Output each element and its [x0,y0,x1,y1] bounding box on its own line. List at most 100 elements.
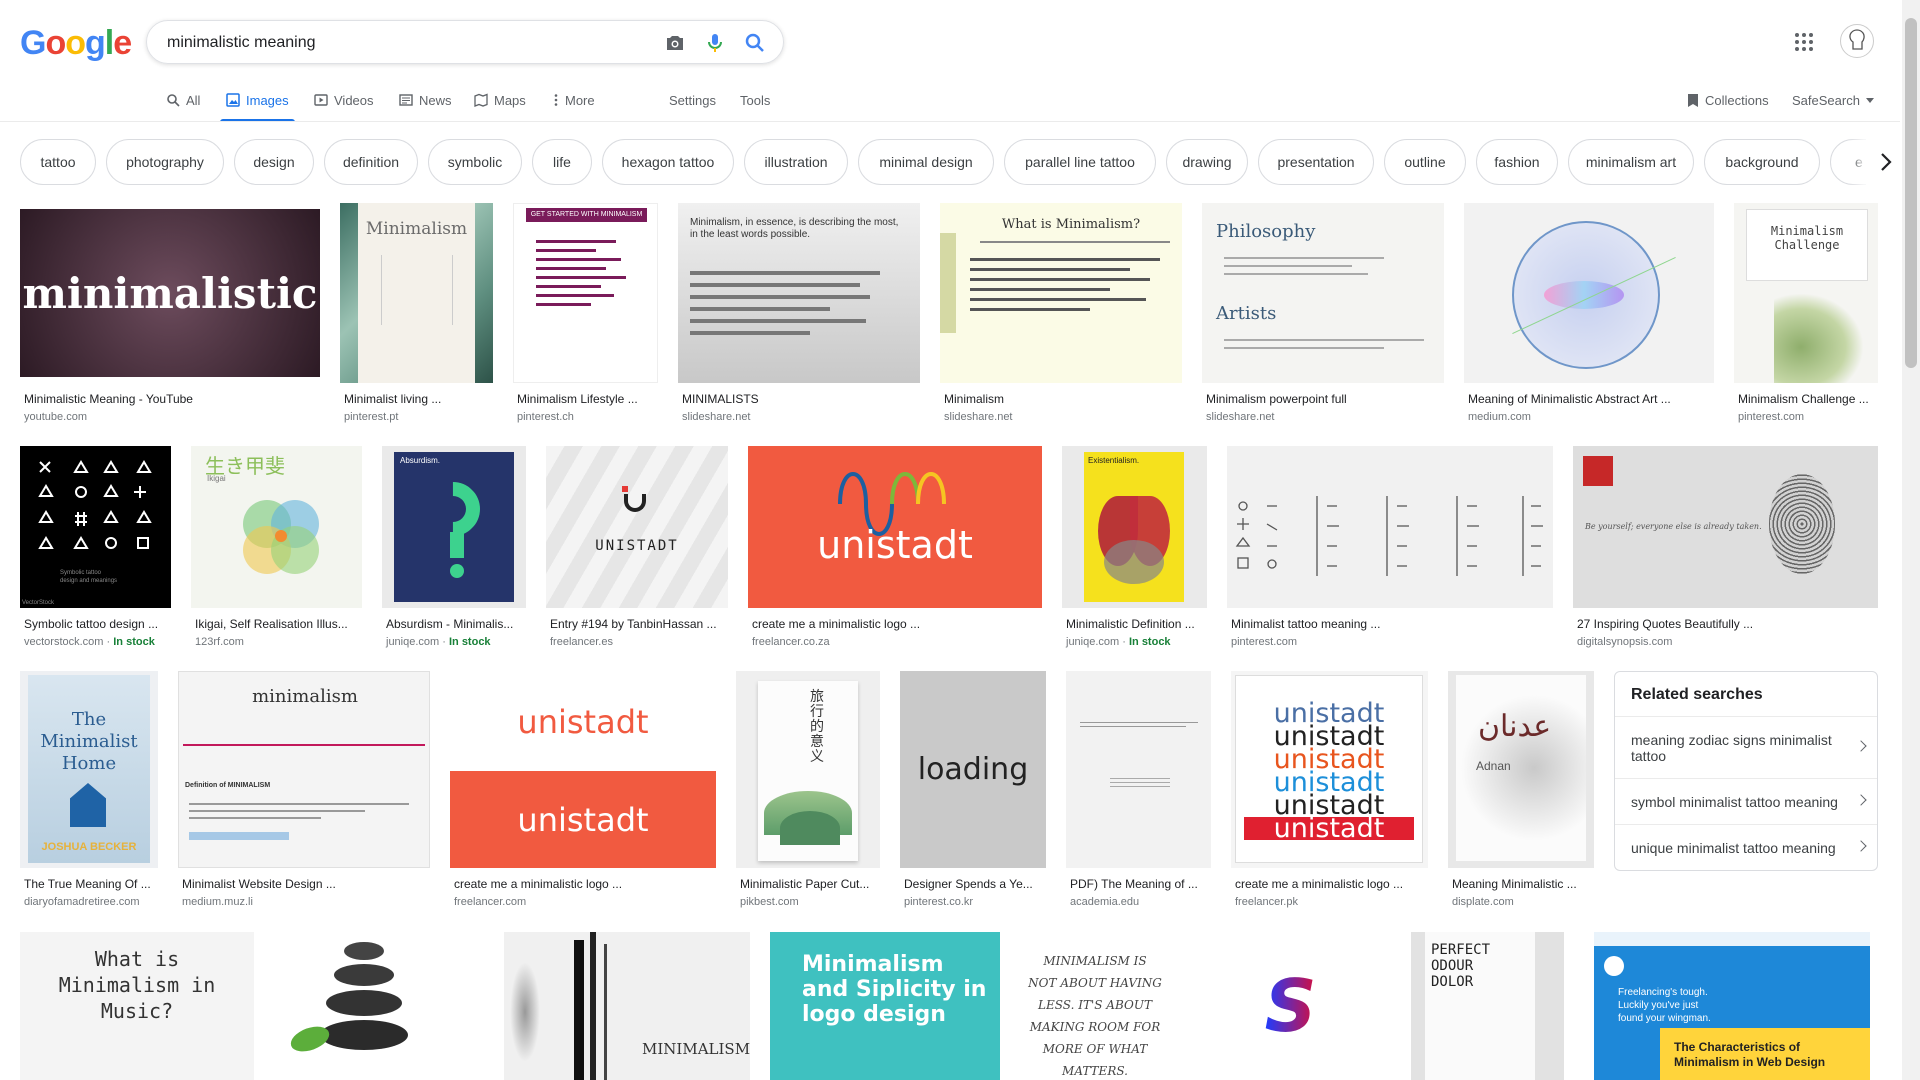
chip[interactable]: design [234,139,314,185]
chip[interactable]: life [532,139,592,185]
image-result[interactable]: MINIMALISM [504,932,750,1080]
result-source: freelancer.es [550,636,613,648]
chevron-right-icon [1855,839,1867,852]
image-result[interactable]: S [1190,932,1391,1080]
tab-maps[interactable]: Maps [474,80,526,120]
result-source: medium.com [1468,411,1531,423]
avatar[interactable] [1840,24,1874,58]
image-result[interactable]: unistadt unistadt create me a minimalist… [450,671,716,915]
chips-next-button[interactable] [1866,132,1906,192]
apps-grid-icon[interactable] [1794,32,1814,52]
image-result[interactable]: Absurdism. Absurdism - Minimalis... juni… [382,446,526,656]
scrollbar-thumb[interactable] [1905,18,1917,368]
search-icon[interactable] [743,31,767,55]
chip[interactable]: fashion [1476,139,1558,185]
thumbnail-text: The Minimalist Home [40,709,138,774]
tab-videos[interactable]: Videos [314,80,374,120]
result-thumbnail: Be yourself; everyone else is already ta… [1573,446,1878,608]
image-result[interactable]: GET STARTED WITH MINIMALISM Minimalism L… [513,203,658,429]
image-result[interactable]: Minimalist tattoo meaning ... pinterest.… [1227,446,1553,656]
tab-news[interactable]: News [399,80,452,120]
tools-link[interactable]: Tools [740,80,770,120]
image-result[interactable]: PDF) The Meaning of ... academia.edu [1066,671,1211,915]
safesearch-dropdown[interactable]: SafeSearch [1792,80,1874,120]
collections-link[interactable]: Collections [1687,80,1769,120]
image-result[interactable]: Minimalism, in essence, is describing th… [678,203,920,429]
image-result[interactable]: Minimalism and Siplicity in logo design [770,932,1000,1080]
tab-all[interactable]: All [166,80,200,120]
chip[interactable]: tattoo [20,139,96,185]
image-result[interactable]: unistadt create me a minimalistic logo .… [748,446,1042,656]
result-thumbnail: What is Minimalism? [940,203,1182,383]
image-result[interactable]: unistadt unistadt unistadt unistadt unis… [1231,671,1428,915]
image-result[interactable]: MINIMALISM IS NOT ABOUT HAVING LESS. IT'… [1020,932,1170,1080]
image-result[interactable]: Be yourself; everyone else is already ta… [1573,446,1878,656]
result-source: diaryofamadretiree.com [24,896,140,908]
image-result[interactable]: Meaning of Minimalistic Abstract Art ...… [1464,203,1714,429]
thumbnail-text: unistadt [817,523,973,567]
chip[interactable]: minimal design [858,139,994,185]
image-result[interactable]: 生き甲斐 Ikigai Ikigai, Self Realisation Ill… [191,446,362,656]
image-result[interactable]: The Minimalist Home JOSHUA BECKER The Tr… [20,671,158,915]
thumbnail-text: loading [917,752,1029,787]
google-logo[interactable]: Google [20,24,132,63]
chip[interactable]: photography [106,139,224,185]
chip[interactable]: hexagon tattoo [602,139,734,185]
image-result[interactable] [274,932,452,1080]
play-icon [314,94,328,106]
image-result[interactable]: minimalism Definition of MINIMALISM Mini… [178,671,430,915]
result-thumbnail: What is Minimalism in Music? [20,932,254,1080]
microphone-icon[interactable] [703,31,727,55]
stock-badge: In stock [1128,636,1171,648]
image-result[interactable]: Existentialism. Minimalistic Definition … [1062,446,1207,656]
image-result[interactable]: عدنان Adnan Meaning Minimalistic ... dis… [1448,671,1594,915]
result-source: digitalsynopsis.com [1577,636,1673,648]
result-thumbnail: Absurdism. [382,446,526,608]
result-thumbnail: S [1190,932,1391,1080]
image-result[interactable]: minimalistic Minimalistic Meaning - YouT… [20,203,320,429]
caret-down-icon [1865,97,1874,103]
image-result[interactable]: Minimalism Minimalist living ... pintere… [340,203,493,429]
chip[interactable]: outline [1384,139,1466,185]
result-thumbnail: PERFECT ODOUR DOLOR [1411,932,1564,1080]
related-search-item[interactable]: symbol minimalist tattoo meaning [1615,778,1877,824]
search-input[interactable] [165,31,649,55]
logo-letter: o [65,24,86,62]
result-source-line: juniqe.com · In stock [386,636,491,648]
related-search-item[interactable]: meaning zodiac signs minimalist tattoo [1615,716,1877,778]
image-result[interactable]: loading Designer Spends a Ye... pinteres… [900,671,1046,915]
image-result[interactable]: Philosophy Artists Minimalism powerpoint… [1202,203,1444,429]
search-nav: All Images Videos News Maps More Setting… [0,80,1900,122]
chip[interactable]: drawing [1166,139,1248,185]
chip[interactable]: illustration [744,139,848,185]
image-result[interactable]: Freelancing's tough. Luckily you've just f… [1594,932,1870,1080]
image-result[interactable]: What is Minimalism in Music? [20,932,254,1080]
tab-label: Maps [494,92,526,108]
tab-images[interactable]: Images [220,80,295,122]
result-title: Minimalism [944,392,1004,406]
settings-link[interactable]: Settings [669,80,716,120]
image-result[interactable]: UNISTADT Entry #194 by TanbinHassan ... … [546,446,728,656]
page-scrollbar[interactable] [1902,0,1920,1080]
chip[interactable]: presentation [1258,139,1374,185]
camera-icon[interactable] [663,31,687,55]
thumbnail-text: Minimalism Challenge [1770,224,1844,252]
image-result[interactable]: Minimalism Challenge Minimalism Challeng… [1734,203,1878,429]
chip[interactable]: definition [324,139,418,185]
related-search-item[interactable]: unique minimalist tattoo meaning [1615,824,1877,870]
news-icon [399,94,413,106]
logo-letter: e [113,24,132,62]
chip[interactable]: parallel line tattoo [1004,139,1156,185]
result-source: slideshare.net [944,411,1013,423]
chip[interactable]: symbolic [428,139,522,185]
tattoo-chart-graphic [1235,496,1543,576]
image-result[interactable]: Symbolic tattoo design and meanings Vect… [20,446,171,656]
image-result[interactable]: PERFECT ODOUR DOLOR [1411,932,1564,1080]
related-searches-card: Related searches meaning zodiac signs mi… [1614,671,1878,871]
tab-more[interactable]: More [553,80,595,120]
result-source: juniqe.com [1066,636,1120,648]
image-result[interactable]: What is Minimalism? Minimalism slideshar… [940,203,1182,429]
chip[interactable]: minimalism art [1568,139,1694,185]
image-result[interactable]: 旅行的意义 Minimalistic Paper Cut... pikbest.… [736,671,880,915]
chip[interactable]: background [1704,139,1820,185]
